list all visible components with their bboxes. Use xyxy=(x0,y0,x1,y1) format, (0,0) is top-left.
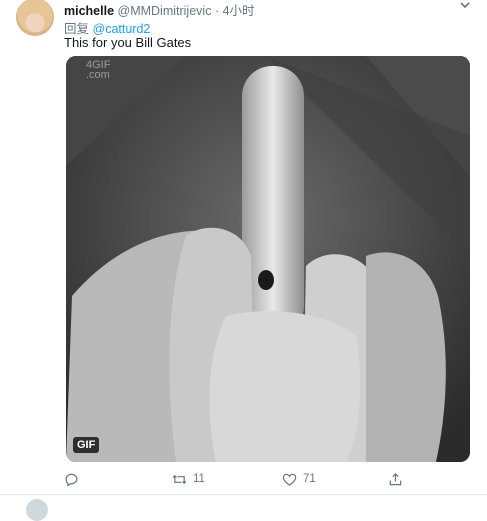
tweet-actions: 11 71 xyxy=(64,470,464,488)
heart-icon xyxy=(282,473,297,486)
avatar[interactable] xyxy=(26,499,48,521)
reply-icon xyxy=(65,473,78,487)
next-tweet-preview[interactable] xyxy=(0,496,487,521)
tweet-text: This for you Bill Gates xyxy=(64,35,192,50)
like-count: 71 xyxy=(303,473,316,485)
reply-button[interactable] xyxy=(64,470,85,488)
share-button[interactable] xyxy=(388,470,409,488)
gif-media[interactable]: 4GIF .com GIF xyxy=(66,56,470,462)
display-name[interactable]: michelle xyxy=(64,4,114,18)
tweet-header: michelle @MMDimitrijevic · 4小时 xyxy=(64,0,255,19)
retweet-icon xyxy=(172,474,187,484)
retweet-count: 11 xyxy=(193,473,205,485)
gif-frame-image xyxy=(66,56,470,462)
retweet-button[interactable]: 11 xyxy=(172,470,205,488)
reply-prefix: 回复 xyxy=(64,22,90,36)
gif-badge: GIF xyxy=(73,437,100,453)
separator-dot: · xyxy=(214,4,220,18)
user-handle[interactable]: @MMDimitrijevic xyxy=(118,4,212,18)
chevron-down-icon[interactable] xyxy=(458,0,472,12)
avatar[interactable] xyxy=(16,0,54,36)
share-icon xyxy=(389,472,402,485)
tweet[interactable]: michelle @MMDimitrijevic · 4小时 回复 @cattu… xyxy=(0,0,487,496)
watermark: 4GIF .com xyxy=(86,59,111,81)
tweet-divider xyxy=(0,494,487,495)
reply-mention-link[interactable]: @catturd2 xyxy=(93,22,151,36)
like-button[interactable]: 71 xyxy=(282,470,316,488)
timestamp[interactable]: 4小时 xyxy=(223,4,255,18)
